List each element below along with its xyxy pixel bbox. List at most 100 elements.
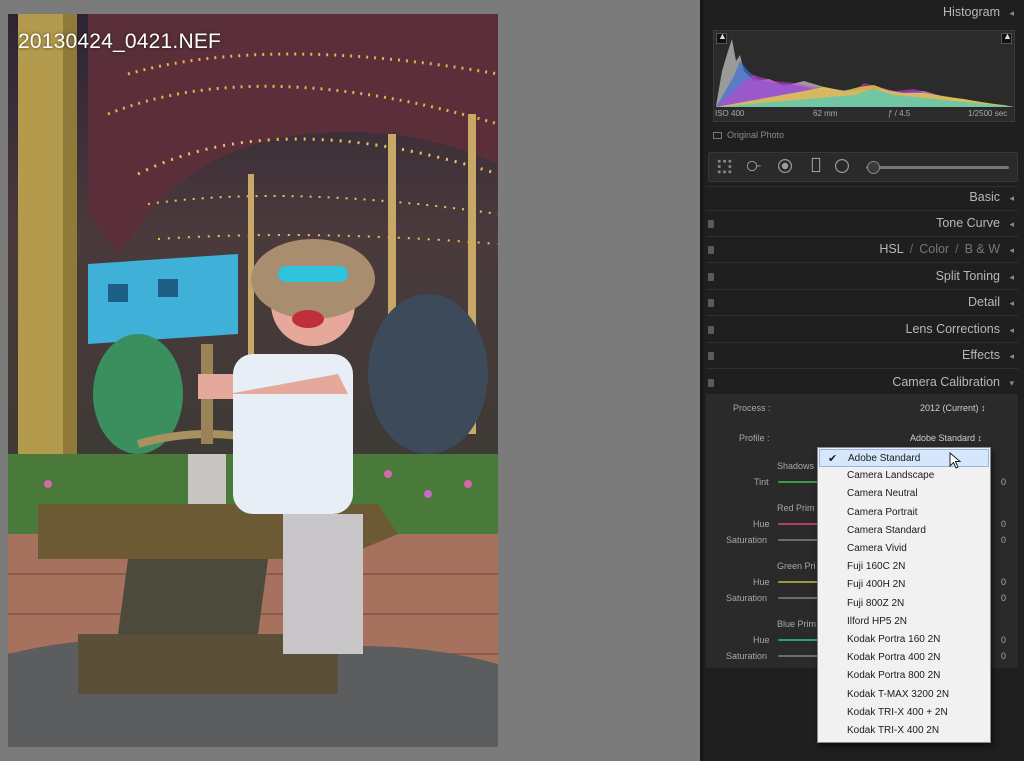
expand-arrow-icon: ◂ [1009, 193, 1014, 203]
profile-option[interactable]: Kodak TRI-X 400 + 2N [819, 704, 989, 722]
section-toggle-switch[interactable] [708, 379, 714, 387]
histogram-header[interactable]: Histogram ◂ [706, 2, 1018, 24]
profile-dropdown-menu[interactable]: ✔ Adobe Standard Camera Landscape Camera … [817, 447, 991, 743]
profile-option[interactable]: Fuji 800Z 2N [819, 595, 989, 613]
section-detail-label: Detail [968, 295, 1000, 309]
green-saturation-slider[interactable] [778, 597, 818, 599]
profile-option[interactable]: Fuji 400H 2N [819, 576, 989, 594]
section-divider [706, 342, 1018, 343]
histogram-exif-info: ISO 400 62 mm ƒ / 4.5 1/2500 sec [713, 109, 1015, 123]
blue-saturation-value[interactable]: 0 [1001, 651, 1006, 661]
radial-filter-icon[interactable] [834, 158, 850, 174]
profile-option-label: Camera Vivid [847, 543, 907, 554]
section-lens-corrections-label: Lens Corrections [905, 322, 1001, 336]
original-photo-toggle[interactable]: Original Photo [713, 130, 784, 140]
section-detail-header[interactable]: Detail ◂ [706, 292, 1018, 314]
section-toggle-switch[interactable] [708, 220, 714, 228]
section-toggle-switch[interactable] [708, 273, 714, 281]
spot-removal-icon[interactable] [746, 158, 762, 174]
brush-slider-knob[interactable] [867, 161, 880, 174]
graduated-filter-icon[interactable] [808, 157, 824, 173]
blue-hue-value[interactable]: 0 [1001, 635, 1006, 645]
exif-iso: ISO 400 [715, 109, 745, 118]
section-camera-calibration-header[interactable]: Camera Calibration ▾ [706, 372, 1018, 394]
profile-option[interactable]: Fuji 160C 2N [819, 558, 989, 576]
photo-preview[interactable]: 20130424_0421.NEF [8, 14, 498, 747]
process-select[interactable]: 2012 (Current) ↕ [920, 403, 986, 413]
section-basic-header[interactable]: Basic ◂ [706, 187, 1018, 209]
image-canvas[interactable]: 20130424_0421.NEF [0, 0, 700, 761]
process-label: Process : [733, 403, 771, 413]
red-eye-icon[interactable] [777, 158, 793, 174]
blue-saturation-slider[interactable] [778, 655, 818, 657]
profile-option-label: Camera Portrait [847, 506, 918, 518]
red-saturation-label: Saturation [726, 535, 768, 545]
collapse-arrow-icon: ◂ [1009, 8, 1014, 18]
profile-option-label: Adobe Standard [848, 453, 921, 464]
section-tone-curve-header[interactable]: Tone Curve ◂ [706, 213, 1018, 235]
original-photo-label: Original Photo [727, 130, 785, 140]
red-saturation-slider[interactable] [778, 539, 818, 541]
profile-option[interactable]: Kodak TRI-X 400 2N [819, 722, 989, 740]
red-hue-value[interactable]: 0 [1001, 519, 1006, 529]
section-split-toning-header[interactable]: Split Toning ◂ [706, 266, 1018, 288]
expand-arrow-icon: ◂ [1009, 325, 1014, 335]
checkmark-icon: ✔ [828, 453, 838, 465]
histogram-title: Histogram [943, 5, 1000, 19]
red-hue-slider[interactable] [778, 523, 818, 525]
crop-overlay-icon[interactable] [717, 159, 733, 175]
section-basic-label: Basic [969, 190, 1000, 204]
profile-option[interactable]: Ilford HP5 2N [819, 613, 989, 631]
tint-slider[interactable] [778, 481, 818, 483]
section-divider [706, 210, 1018, 211]
section-divider [706, 262, 1018, 263]
tab-bw[interactable]: B & W [965, 242, 1000, 256]
blue-primary-label: Blue Prim [777, 619, 817, 629]
highlight-clipping-toggle[interactable]: ▲ [1001, 31, 1012, 44]
section-toggle-switch[interactable] [708, 299, 714, 307]
section-effects-header[interactable]: Effects ◂ [706, 345, 1018, 367]
profile-option-label: Kodak Portra 800 2N [847, 670, 941, 682]
profile-option-label: Kodak TRI-X 400 2N [847, 725, 940, 736]
profile-option[interactable]: ✔ Adobe Standard [819, 449, 989, 468]
profile-option-label: Camera Landscape [847, 470, 935, 482]
green-saturation-label: Saturation [726, 593, 768, 603]
section-hsl-header[interactable]: HSL / Color / B & W ◂ [706, 239, 1018, 261]
tint-value[interactable]: 0 [1001, 477, 1006, 487]
photo-image [8, 14, 498, 747]
profile-option[interactable]: Camera Standard [819, 522, 989, 540]
red-hue-label: Hue [753, 519, 770, 529]
profile-option[interactable]: Kodak Portra 800 2N [819, 667, 989, 685]
profile-option[interactable]: Camera Portrait [819, 504, 989, 522]
profile-option-label: Fuji 160C 2N [847, 561, 906, 573]
brush-slider-track[interactable] [866, 166, 1009, 169]
section-divider [706, 315, 1018, 316]
profile-option[interactable]: Kodak Portra 400 2N [819, 649, 989, 667]
collapse-arrow-icon: ▾ [1009, 378, 1014, 388]
green-hue-value[interactable]: 0 [1001, 577, 1006, 587]
section-divider [706, 289, 1018, 290]
profile-option[interactable]: Kodak T-MAX 3200 2N [819, 686, 989, 704]
section-toggle-switch[interactable] [708, 352, 714, 360]
tab-hsl[interactable]: HSL [879, 242, 903, 256]
green-saturation-value[interactable]: 0 [1001, 593, 1006, 603]
profile-option[interactable]: Camera Vivid [819, 540, 989, 558]
tab-color[interactable]: Color [919, 242, 949, 256]
shadow-clipping-toggle[interactable]: ▲ [716, 31, 727, 44]
section-toggle-switch[interactable] [708, 246, 714, 254]
profile-option[interactable]: Kodak Portra 160 2N [819, 631, 989, 649]
original-photo-checkbox[interactable] [713, 132, 722, 139]
red-saturation-value[interactable]: 0 [1001, 535, 1006, 545]
section-toggle-switch[interactable] [708, 326, 714, 334]
blue-hue-slider[interactable] [778, 639, 818, 641]
exif-shutter: 1/2500 sec [968, 109, 1008, 118]
profile-option-label: Ilford HP5 2N [847, 615, 908, 627]
section-effects-label: Effects [962, 348, 1000, 362]
profile-option[interactable]: Camera Neutral [819, 485, 989, 503]
profile-option[interactable]: Camera Landscape [819, 467, 989, 485]
profile-option-label: Kodak T-MAX 3200 2N [847, 688, 950, 700]
photo-filename: 20130424_0421.NEF [18, 30, 222, 53]
section-lens-corrections-header[interactable]: Lens Corrections ◂ [706, 319, 1018, 341]
profile-select[interactable]: Adobe Standard ↕ [910, 433, 982, 443]
green-hue-slider[interactable] [778, 581, 818, 583]
